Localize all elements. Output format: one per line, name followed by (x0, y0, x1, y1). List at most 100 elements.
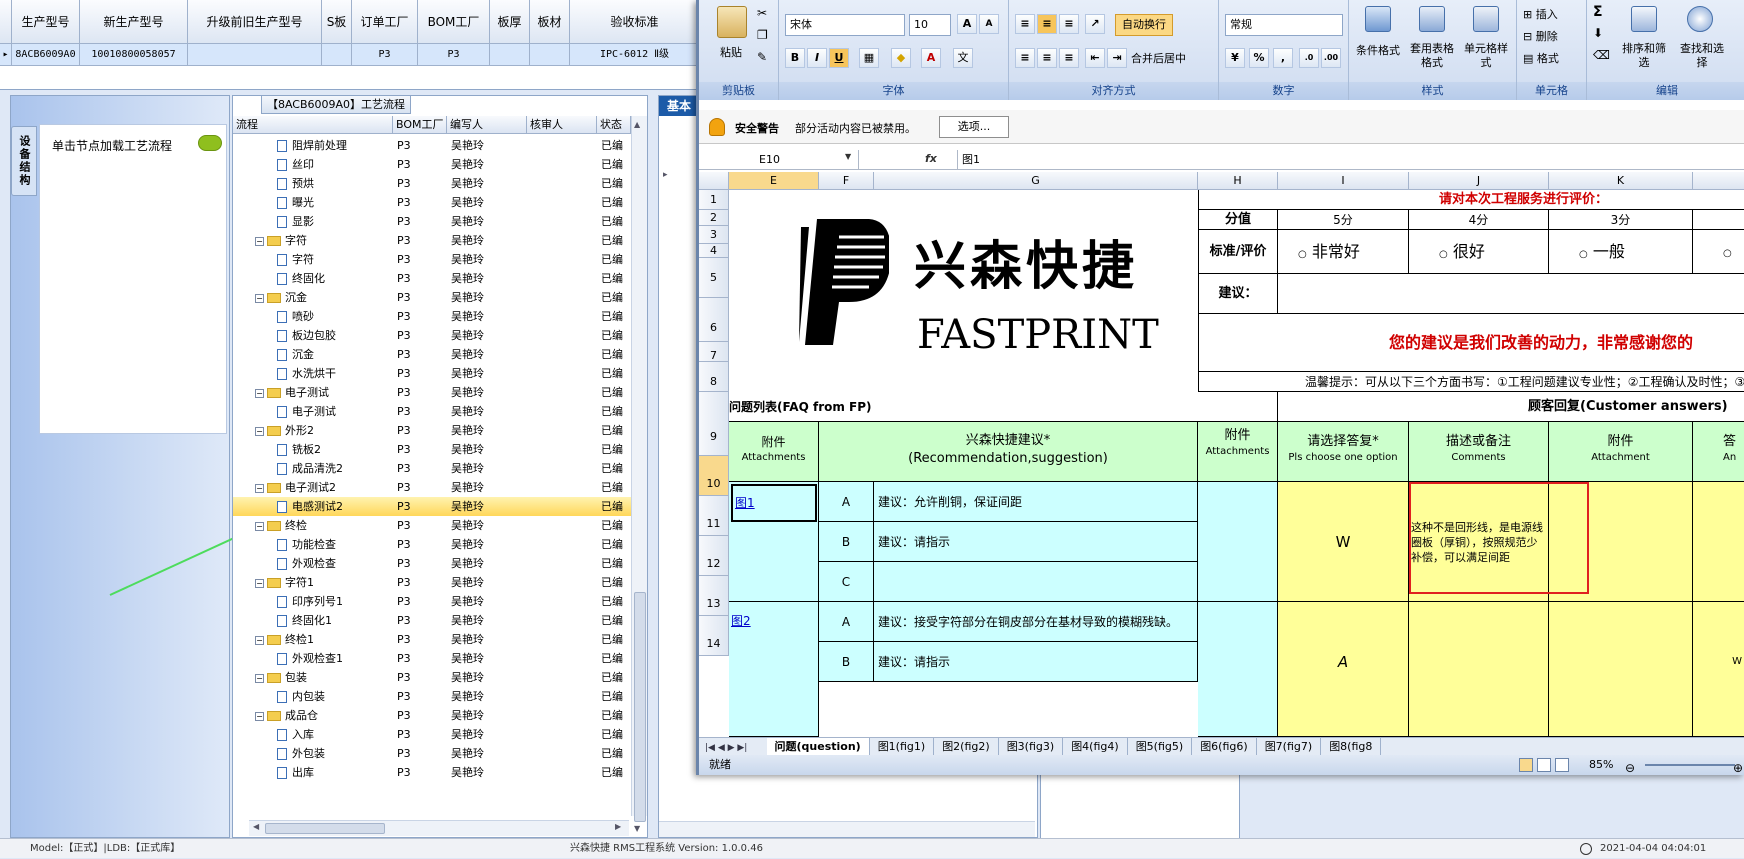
comma-icon[interactable]: , (1273, 48, 1293, 68)
tree-node[interactable]: − 电子测试2 (255, 478, 336, 497)
tree-node[interactable]: 功能检查 (277, 535, 336, 554)
tree-leaf-row[interactable]: 水洗烘干 P3 吴艳玲 已编 (233, 364, 631, 383)
col-header-G[interactable]: G (874, 172, 1198, 190)
tree-leaf-row[interactable]: 入库 P3 吴艳玲 已编 (233, 725, 631, 744)
suggestion-a2[interactable]: 建议：接受字符部分在铜皮部分在基材导致的模糊残缺。 (874, 602, 1198, 642)
underline-icon[interactable]: U (829, 48, 849, 68)
tree-col-header[interactable]: 流程 (233, 116, 393, 134)
decrease-indent-icon[interactable]: ⇤ (1085, 48, 1105, 68)
col-header-J[interactable]: J (1409, 172, 1549, 190)
attach3-cell-2[interactable] (1549, 602, 1693, 737)
phonetic-icon[interactable]: 文 (953, 48, 973, 68)
fig1-link[interactable]: 图1 (731, 484, 817, 522)
tree-leaf-row[interactable]: 功能检查 P3 吴艳玲 已编 (233, 535, 631, 554)
increase-indent-icon[interactable]: ⇥ (1107, 48, 1127, 68)
tree-leaf-row[interactable]: 阻焊前处理 P3 吴艳玲 已编 (233, 136, 631, 155)
col-header[interactable]: BOM工厂 (418, 0, 490, 44)
grid-cell[interactable] (322, 44, 352, 66)
tree-node[interactable]: 终固化1 (277, 611, 332, 630)
grid-cell[interactable] (188, 44, 322, 66)
tree-leaf-row[interactable]: 印序列号1 P3 吴艳玲 已编 (233, 592, 631, 611)
col-header[interactable]: 新生产型号 (80, 0, 188, 44)
grid-cell[interactable] (530, 44, 570, 66)
tree-node[interactable]: − 外形2 (255, 421, 314, 440)
row-header[interactable]: 8 (699, 362, 729, 392)
decrease-decimal-icon[interactable]: .00 (1321, 48, 1341, 68)
sheet-tab[interactable]: 图6(fig6) (1192, 738, 1257, 755)
grid-cell[interactable]: 8ACB6009A0 (12, 44, 80, 66)
tree-node[interactable]: 印序列号1 (277, 592, 343, 611)
col-header-H[interactable]: H (1198, 172, 1278, 190)
tree-col-header[interactable]: BOM工厂 (393, 116, 447, 134)
mid-horizontal-scrollbar[interactable] (659, 821, 1035, 837)
suggestion-b1[interactable]: 建议：请指示 (874, 522, 1198, 562)
tree-leaf-row[interactable]: 外观检查 P3 吴艳玲 已编 (233, 554, 631, 573)
name-box[interactable]: E10 (699, 150, 859, 169)
italic-icon[interactable]: I (807, 48, 827, 68)
tree-leaf-row[interactable]: 丝印 P3 吴艳玲 已编 (233, 155, 631, 174)
device-structure-tab[interactable]: 设备结构 (11, 126, 37, 196)
suggest-input[interactable] (1278, 274, 1744, 314)
tree-node[interactable]: 内包装 (277, 687, 325, 706)
align-bottom-icon[interactable]: ≡ (1059, 14, 1079, 34)
row-header[interactable]: 9 (699, 392, 729, 456)
answer-cell-1[interactable]: W (1278, 482, 1409, 602)
tree-node[interactable]: 水洗烘干 (277, 364, 336, 383)
radio-icon[interactable]: ○ (1723, 248, 1732, 259)
tree-leaf-row[interactable]: 预烘 P3 吴艳玲 已编 (233, 174, 631, 193)
tree-leaf-row[interactable]: 喷砂 P3 吴艳玲 已编 (233, 307, 631, 326)
align-left-icon[interactable]: ≡ (1015, 48, 1035, 68)
formula-input[interactable]: 图1 (957, 150, 1744, 169)
conditional-format-button[interactable]: 条件格式 (1351, 42, 1405, 58)
tree-node[interactable]: 曝光 (277, 193, 314, 212)
collapse-icon[interactable]: − (255, 635, 264, 645)
tree-node[interactable]: 板边包胶 (277, 326, 336, 345)
sheet-tab[interactable]: 问题(question) (766, 738, 870, 755)
radio-icon[interactable]: ○ (1579, 249, 1588, 260)
tree-folder-row[interactable]: − 字符 P3 吴艳玲 已编 (233, 231, 631, 250)
scroll-left-icon[interactable]: ◀ (253, 822, 259, 831)
merge-center-button[interactable]: 合并后居中 (1131, 50, 1186, 66)
row-header[interactable]: 2 (699, 210, 729, 226)
scroll-down-icon[interactable]: ▼ (634, 824, 644, 834)
tree-folder-row[interactable]: − 成品仓 P3 吴艳玲 已编 (233, 706, 631, 725)
grid-cell[interactable] (490, 44, 530, 66)
scroll-thumb[interactable] (265, 823, 385, 834)
tree-leaf-row[interactable]: 成品清洗2 P3 吴艳玲 已编 (233, 459, 631, 478)
zoom-out-icon[interactable]: ⊖ (1625, 758, 1635, 778)
col-header-I[interactable]: I (1278, 172, 1409, 190)
font-name-combo[interactable]: 宋体 (785, 14, 905, 36)
suggestion-c1[interactable] (874, 562, 1198, 602)
insert-function-icon[interactable]: fx (925, 152, 937, 165)
sheet-tab[interactable]: 图2(fig2) (934, 738, 999, 755)
tree-leaf-row[interactable]: 电子测试 P3 吴艳玲 已编 (233, 402, 631, 421)
col-header-K[interactable]: K (1549, 172, 1693, 190)
sheet-tab[interactable]: 图3(fig3) (999, 738, 1064, 755)
tree-node[interactable]: 出库 (277, 763, 314, 782)
col-header[interactable]: 升级前旧生产型号 (188, 0, 322, 44)
tree-node[interactable]: 预烘 (277, 174, 314, 193)
row-header[interactable]: 14 (699, 616, 729, 656)
collapse-icon[interactable]: − (255, 236, 264, 246)
col-header-L[interactable] (1693, 172, 1744, 190)
bold-icon[interactable]: B (785, 48, 805, 68)
tree-folder-row[interactable]: − 沉金 P3 吴艳玲 已编 (233, 288, 631, 307)
tree-col-header[interactable]: 编写人 (447, 116, 527, 134)
sheet-tab[interactable]: 图1(fig1) (870, 738, 935, 755)
attach2-cell-1[interactable] (1198, 482, 1278, 602)
row-header[interactable]: 10 (699, 456, 729, 496)
collapse-icon[interactable]: − (255, 388, 264, 398)
collapse-icon[interactable]: − (255, 521, 264, 531)
tree-col-header[interactable]: 状态 (597, 116, 631, 134)
tree-node[interactable]: − 字符 (255, 231, 307, 250)
zoom-slider[interactable] (1645, 764, 1735, 766)
grid-cell[interactable]: 10010800058057 (80, 44, 188, 66)
row-header[interactable]: 1 (699, 190, 729, 210)
percent-icon[interactable]: % (1249, 48, 1269, 68)
radio-icon[interactable]: ○ (1439, 249, 1448, 260)
align-center-icon[interactable]: ≡ (1037, 48, 1057, 68)
tree-leaf-row[interactable]: 铣板2 P3 吴艳玲 已编 (233, 440, 631, 459)
scroll-up-icon[interactable]: ▲ (634, 120, 644, 130)
col-header[interactable]: 验收标准 (570, 0, 700, 44)
align-middle-icon[interactable]: ≡ (1037, 14, 1057, 34)
